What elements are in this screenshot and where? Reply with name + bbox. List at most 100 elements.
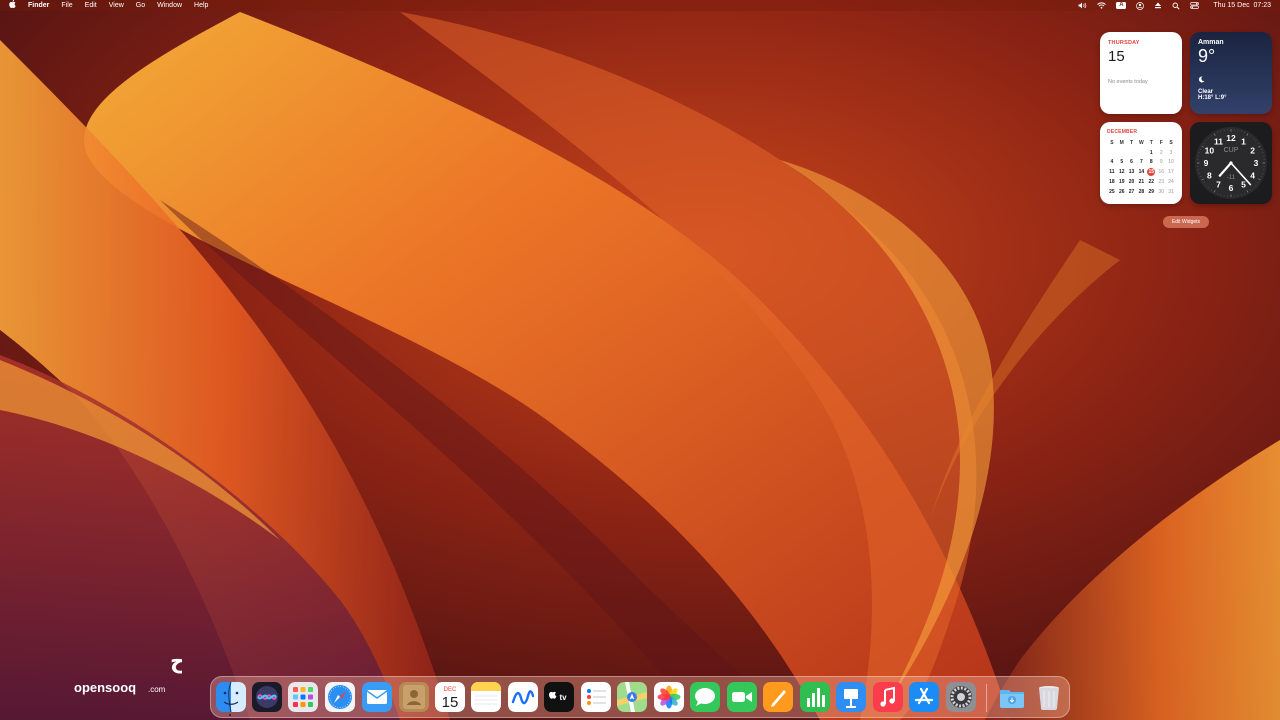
dock-reminders[interactable] <box>581 682 611 712</box>
weekday-header: W <box>1138 139 1144 146</box>
clock-number: 5 <box>1241 180 1246 190</box>
dock-notes[interactable] <box>471 682 501 712</box>
maps-icon <box>617 682 647 712</box>
apple-menu[interactable] <box>9 0 16 12</box>
calendar-up-next-widget[interactable]: THURSDAY 15 No events today <box>1100 32 1182 114</box>
calendar-day <box>1136 148 1146 158</box>
eject-menu[interactable] <box>1154 2 1162 9</box>
dock-finder[interactable] <box>216 682 246 712</box>
widget-day-number: 15 <box>1108 48 1125 65</box>
dock-safari[interactable] <box>325 682 355 712</box>
calendar-day: 17 <box>1168 169 1174 176</box>
volume-menu[interactable] <box>1078 2 1087 9</box>
calendar-day: 12 <box>1118 169 1125 176</box>
dock-numbers[interactable] <box>800 682 830 712</box>
dock-contacts[interactable] <box>399 682 429 712</box>
clock-face: 12 12 3 45678 9 1011 CUP -11 <box>1195 127 1267 199</box>
world-clock-widget[interactable]: 12 1 2 3 4 5 6 7 8 9 10 11 CUP -11 <box>1190 122 1272 204</box>
dock-messages[interactable] <box>690 682 720 712</box>
edit-widgets-button[interactable]: Edit Widgets <box>1163 216 1209 228</box>
calendar-day: 18 <box>1109 179 1115 186</box>
menu-edit[interactable]: Edit <box>85 0 97 11</box>
trash-icon <box>1039 686 1059 710</box>
dock-keynote[interactable] <box>836 682 866 712</box>
today-marker: 15 <box>1147 168 1156 177</box>
siri-icon <box>252 682 282 712</box>
menu-help[interactable]: Help <box>194 0 208 11</box>
user-icon <box>1136 1 1145 10</box>
clock-number: 7 <box>1216 180 1221 190</box>
clock-number: 2 <box>1250 146 1255 156</box>
dock-maps[interactable] <box>617 682 647 712</box>
pages-icon <box>763 682 793 712</box>
control-center-menu[interactable] <box>1190 2 1200 9</box>
calendar-today: 15 <box>1146 167 1156 177</box>
weekday-header: S <box>1169 139 1173 146</box>
safari-icon <box>325 682 355 712</box>
finder-icon <box>216 682 246 712</box>
dock-photos[interactable] <box>654 682 684 712</box>
contacts-icon <box>399 682 429 712</box>
dock-calendar-day: 15 <box>442 694 459 711</box>
finder-running-indicator <box>229 714 231 716</box>
launchpad-icon <box>288 682 318 712</box>
dock-app-store[interactable] <box>909 682 939 712</box>
dock-facetime[interactable] <box>727 682 757 712</box>
dock-calendar[interactable]: DEC 15 <box>435 682 465 712</box>
menu-clock[interactable]: Thu 15 Dec 07:23 <box>1213 2 1271 9</box>
music-icon <box>873 682 903 712</box>
calendar-day: 10 <box>1168 159 1174 166</box>
calendar-day: 19 <box>1118 179 1125 186</box>
calendar-day: 2 <box>1159 149 1163 156</box>
dock-music[interactable] <box>873 682 903 712</box>
calendar-day: 25 <box>1109 188 1115 195</box>
app-menu-finder[interactable]: Finder <box>28 0 49 11</box>
dock-separator <box>986 684 987 712</box>
dock-downloads[interactable] <box>997 682 1027 712</box>
calendar-day: 13 <box>1128 169 1135 176</box>
calendar-day: 8 <box>1149 159 1153 166</box>
weekday-header: T <box>1130 139 1134 146</box>
notes-icon <box>471 682 501 712</box>
clock-number: 12 <box>1226 133 1236 143</box>
menu-file[interactable]: File <box>61 0 72 11</box>
dock-trash[interactable] <box>1034 682 1064 712</box>
calendar-day: 21 <box>1138 179 1145 186</box>
calendar-day: 7 <box>1139 159 1143 166</box>
widget-no-events: No events today <box>1108 79 1148 85</box>
dock-launchpad[interactable] <box>288 682 318 712</box>
clock-number: 4 <box>1250 171 1255 181</box>
spotlight-menu[interactable] <box>1172 2 1181 10</box>
watermark-latin: opensooq <box>74 680 136 695</box>
keynote-icon <box>836 682 866 712</box>
clock-number: 9 <box>1204 158 1209 168</box>
clock-number: 1 <box>1241 136 1246 146</box>
dock-pages[interactable] <box>763 682 793 712</box>
calendar-day: 11 <box>1109 169 1115 176</box>
dock-system-settings[interactable] <box>946 682 976 712</box>
keyboard-input-icon: A <box>1116 2 1127 9</box>
input-source-menu[interactable]: A <box>1116 2 1127 9</box>
facetime-icon <box>727 682 757 712</box>
wifi-menu[interactable] <box>1097 2 1107 9</box>
dock-freeform[interactable] <box>508 682 538 712</box>
dock-siri[interactable] <box>252 682 282 712</box>
weekday-header: M <box>1119 139 1124 146</box>
calendar-day: 6 <box>1130 159 1133 166</box>
dock-tv-label: tv <box>559 693 567 702</box>
menu-view[interactable]: View <box>109 0 124 11</box>
calendar-day: 27 <box>1128 188 1135 195</box>
calendar-day: 29 <box>1148 188 1155 195</box>
user-menu[interactable] <box>1136 1 1145 10</box>
calendar-day: 22 <box>1148 179 1155 186</box>
menu-window[interactable]: Window <box>157 0 182 11</box>
reminders-icon <box>581 682 611 712</box>
weekday-header: T <box>1149 139 1153 146</box>
dock-mail[interactable] <box>362 682 392 712</box>
dock-tv[interactable]: tv <box>544 682 574 712</box>
menu-go[interactable]: Go <box>136 0 145 11</box>
calendar-icon: DEC 15 <box>435 682 465 712</box>
weather-widget[interactable]: Amman 9° Clear H:18° L:9° <box>1190 32 1272 114</box>
calendar-month-widget[interactable]: DECEMBER S M T W T F S 1 2 3 4 5 6 7 8 9… <box>1100 122 1182 204</box>
calendar-day: 16 <box>1158 169 1164 176</box>
